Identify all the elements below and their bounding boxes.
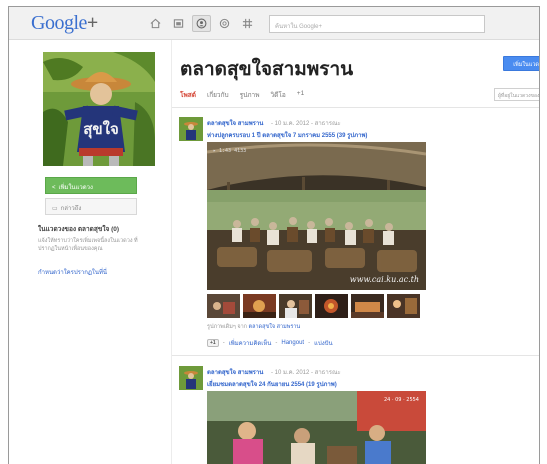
share-link[interactable]: แบ่งปัน	[314, 338, 333, 348]
post-title[interactable]: เยี่ยมชมตลาดสุขใจ 24 กันยายน 2554 (19 รู…	[207, 379, 337, 389]
album-thumbnail[interactable]	[351, 294, 384, 318]
plus-one-button[interactable]: +1	[207, 339, 219, 347]
games-icon[interactable]	[238, 15, 257, 32]
svg-text:24 · 09 · 2554: 24 · 09 · 2554	[384, 397, 419, 403]
mention-label: กล่าวถึง	[60, 206, 82, 212]
svg-text:สุขใจ: สุขใจ	[83, 120, 119, 139]
hangout-link[interactable]: Hangout	[281, 340, 304, 346]
in-circles-title: ในแวดวงของ ตลาดสุขใจ (0)	[38, 226, 120, 233]
post-title[interactable]: ห่างปลูกครบรอบ 1 ปี ตลาดสุขใจ 7 มกราคม 2…	[207, 130, 367, 140]
profile-tabs: โพสต์ เกี่ยวกับ รูปภาพ วิดีโอ +1	[180, 90, 304, 100]
album-thumbnail[interactable]	[279, 294, 312, 318]
post-author[interactable]: ตลาดสุขใจ สามพราน	[207, 367, 263, 377]
photo-watermark: www.cai.ku.ac.th	[350, 275, 419, 284]
page-title: ตลาดสุขใจสามพราน	[180, 59, 354, 80]
album-thumbnail[interactable]	[207, 294, 240, 318]
photos-icon[interactable]	[169, 15, 188, 32]
add-to-circles-button[interactable]: < เพิ่มในแวดวง	[45, 177, 137, 194]
in-circles-description: แจ้งให้ทราบว่าใครเพิ่มเพจนี้ลงในแวดวง ที…	[38, 238, 138, 252]
top-bar: Google+ ค้นหาใน Google+	[9, 7, 539, 40]
post-main-photo[interactable]: 24 · 09 · 2554	[207, 391, 426, 464]
album-thumbnail[interactable]	[387, 294, 420, 318]
mention-button[interactable]: ▭ กล่าวถึง	[45, 198, 137, 215]
header-divider	[172, 107, 539, 108]
action-separator: -	[222, 340, 225, 346]
post-avatar[interactable]	[179, 366, 203, 390]
home-icon[interactable]	[146, 15, 165, 32]
album-source-link[interactable]: ตลาดสุขใจ สามพราน	[249, 324, 301, 330]
add-to-circles-label: เพิ่มในแวดวง	[58, 185, 93, 191]
search-input[interactable]: ค้นหาใน Google+	[269, 15, 485, 33]
nav-icons	[146, 15, 257, 32]
circles-settings-link[interactable]: กำหนดว่าใครปรากฏในที่นี่	[38, 267, 107, 277]
post-main-photo[interactable]: ▸ 1:43 4133 www.cai.ku.ac.th	[207, 142, 426, 290]
post-divider	[172, 355, 539, 356]
tab-posts[interactable]: โพสต์	[180, 90, 196, 100]
album-caption: รูปภาพเดิมๆ จาก ตลาดสุขใจ สามพราน	[207, 323, 300, 331]
profile-photo: สุขใจ	[43, 52, 155, 166]
google-plus-logo[interactable]: Google+	[31, 12, 98, 35]
post-avatar[interactable]	[179, 117, 203, 141]
album-thumbnail[interactable]	[243, 294, 276, 318]
comment-link[interactable]: เพิ่มความคิดเห็น	[229, 338, 272, 348]
mention-icon: ▭	[52, 206, 58, 212]
post-meta: - 10 ม.ค. 2012 - สาธารณะ	[271, 121, 341, 127]
share-icon: <	[52, 185, 56, 191]
logo-plus: +	[86, 12, 98, 34]
sidebar-divider	[171, 40, 172, 464]
filter-select[interactable]: ผู้ที่อยู่ในแวดวงของคุณ	[494, 88, 539, 101]
post-actions: +1 - เพิ่มความคิดเห็น - Hangout - แบ่งปั…	[207, 338, 333, 348]
logo-text: Google	[31, 12, 87, 34]
tab-videos[interactable]: วิดีโอ	[271, 90, 286, 100]
circles-icon[interactable]	[215, 15, 234, 32]
album-thumbnail[interactable]	[315, 294, 348, 318]
album-thumbnails	[207, 294, 420, 318]
tab-photos[interactable]: รูปภาพ	[240, 90, 260, 100]
tab-plusones[interactable]: +1	[297, 90, 304, 100]
follow-button[interactable]: เพิ่มในแวดวง	[503, 56, 539, 71]
album-caption-prefix: รูปภาพเดิมๆ จาก	[207, 324, 247, 330]
action-separator: -	[275, 340, 278, 346]
post-meta: - 10 ม.ค. 2012 - สาธารณะ	[271, 370, 341, 376]
action-separator: -	[308, 340, 311, 346]
profile-icon[interactable]	[192, 15, 211, 32]
tab-about[interactable]: เกี่ยวกับ	[207, 90, 229, 100]
post-author[interactable]: ตลาดสุขใจ สามพราน	[207, 118, 263, 128]
svg-text:▸ 1:43 4133: ▸ 1:43 4133	[213, 148, 246, 154]
browser-frame: Google+ ค้นหาใน Google+ สุขใจ < เพิ่มในแ…	[8, 6, 540, 464]
